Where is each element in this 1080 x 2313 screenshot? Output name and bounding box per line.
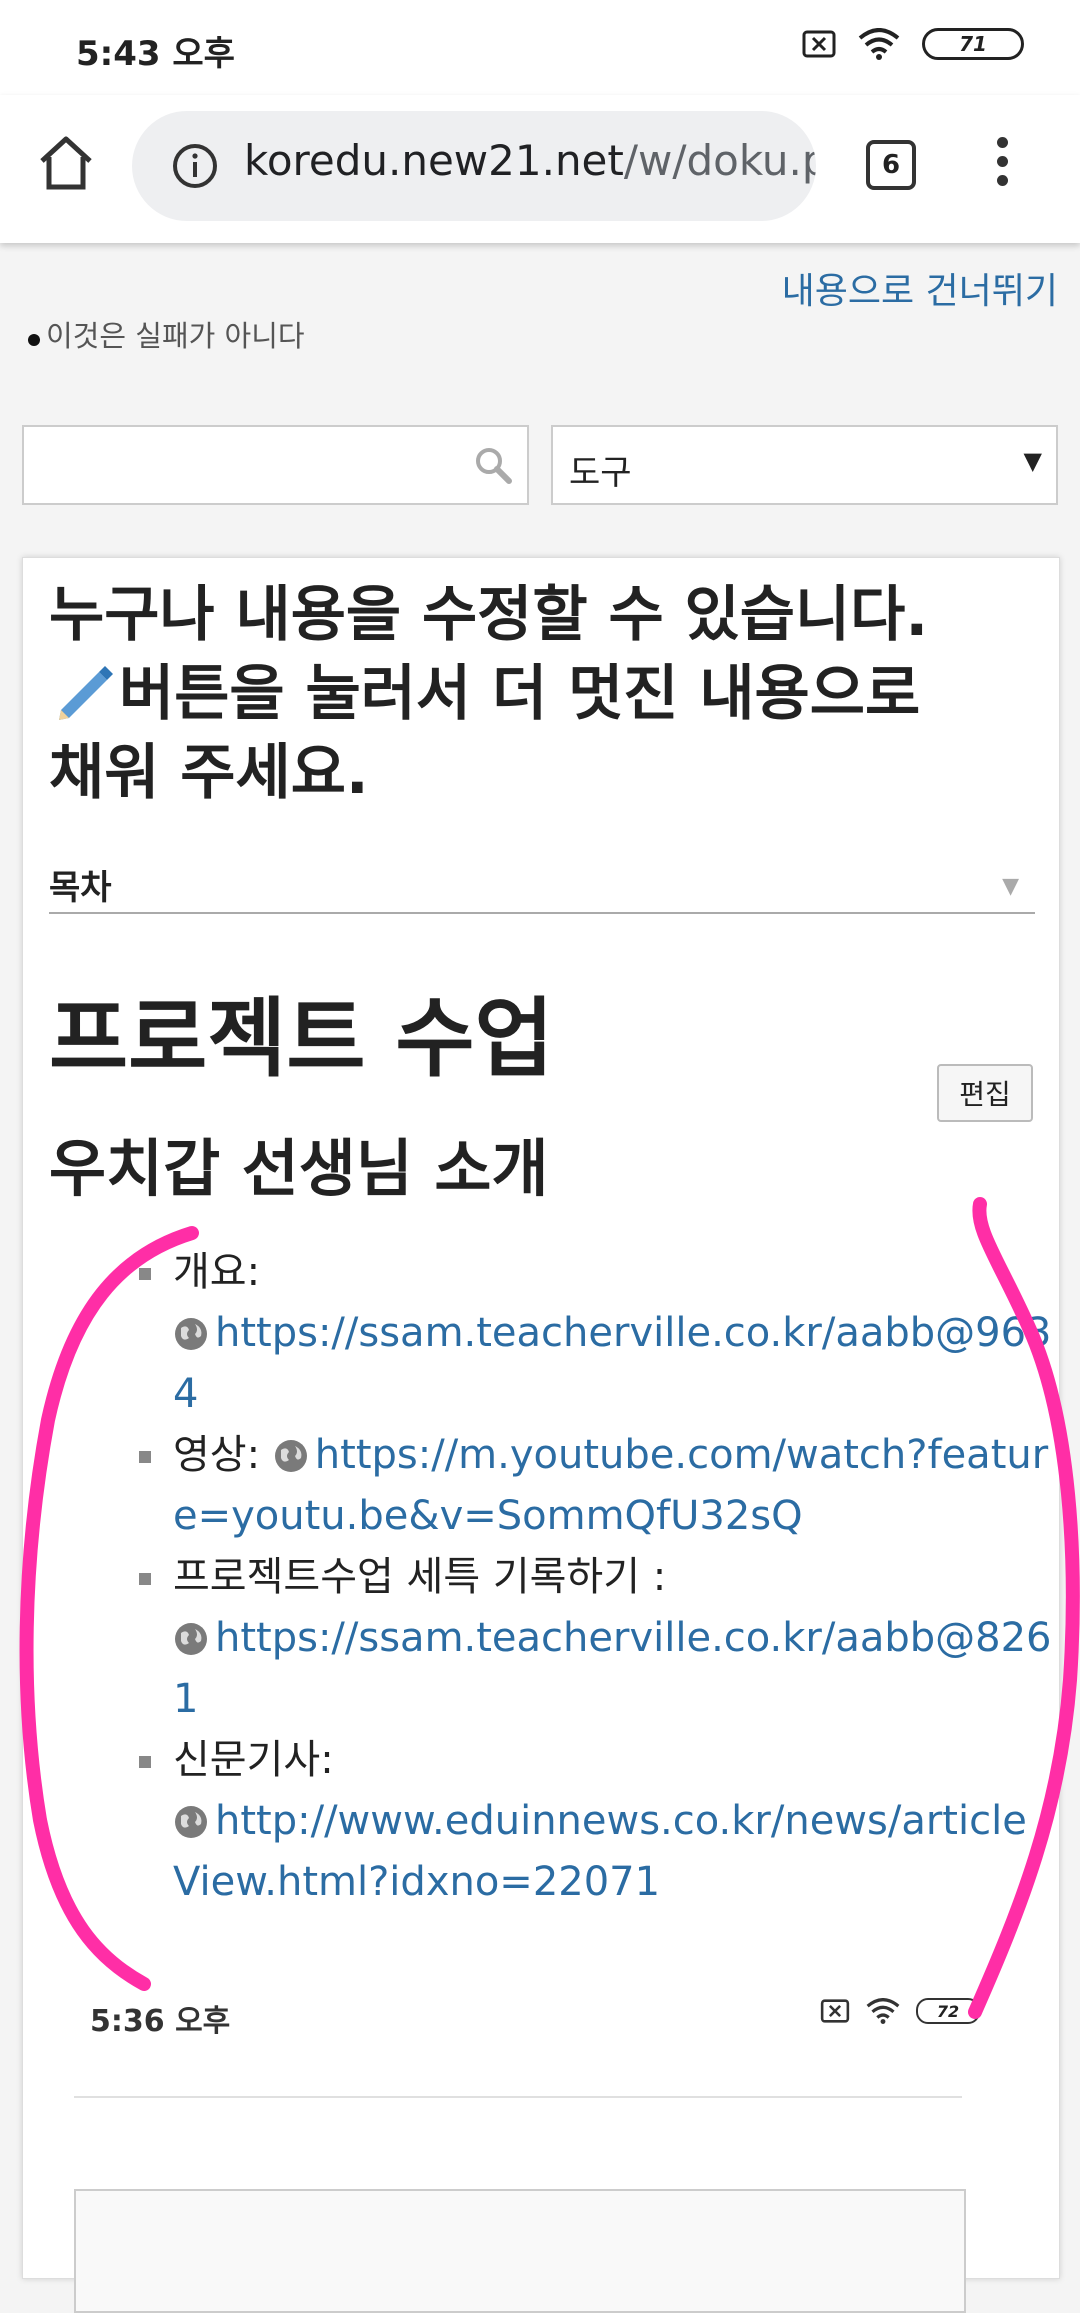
hand-drawn-annotation <box>19 1197 1080 2019</box>
